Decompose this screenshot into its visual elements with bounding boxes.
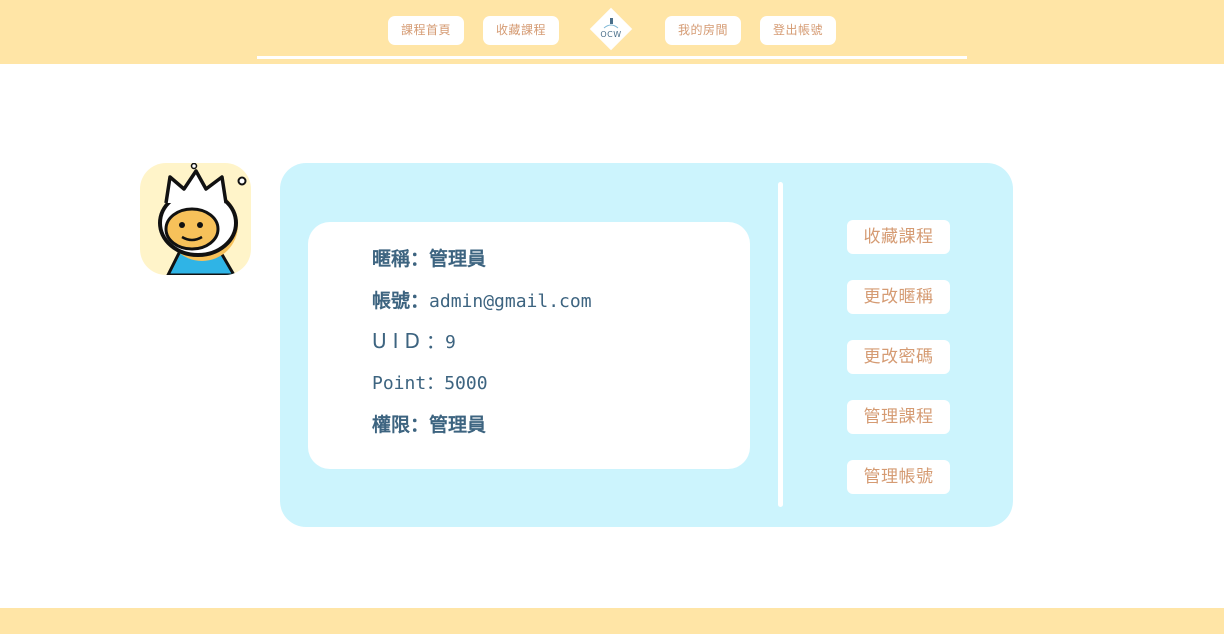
avatar bbox=[140, 163, 251, 275]
profile-info-panel: 暱稱：管理員 帳號：admin@gmail.com UID：9 Point：50… bbox=[308, 222, 750, 469]
nav-my-room-button[interactable]: 我的房間 bbox=[665, 16, 741, 45]
manage-courses-button[interactable]: 管理課程 bbox=[847, 400, 950, 434]
nickname-value: 管理員 bbox=[429, 248, 487, 270]
uid-label: UID bbox=[372, 329, 426, 353]
change-nickname-button[interactable]: 更改暱稱 bbox=[847, 280, 950, 314]
top-navbar: 課程首頁 收藏課程 OCW 我的房間 登出帳號 bbox=[0, 0, 1224, 64]
manage-accounts-button[interactable]: 管理帳號 bbox=[847, 460, 950, 494]
nickname-label: 暱稱： bbox=[372, 248, 430, 270]
favorite-courses-button[interactable]: 收藏課程 bbox=[847, 220, 950, 254]
nickname-row: 暱稱：管理員 bbox=[372, 244, 486, 271]
uid-value: 9 bbox=[444, 332, 456, 353]
footer-bar bbox=[0, 608, 1224, 634]
point-row: Point：5000 bbox=[372, 369, 488, 395]
point-label: Point： bbox=[372, 373, 445, 394]
logo[interactable]: OCW bbox=[590, 8, 632, 50]
avatar-character-icon bbox=[158, 163, 247, 275]
nav-favorite-courses-button[interactable]: 收藏課程 bbox=[483, 16, 559, 45]
logo-icon bbox=[603, 18, 619, 29]
point-value: 5000 bbox=[444, 373, 488, 394]
account-value: admin@gmail.com bbox=[429, 291, 592, 312]
account-row: 帳號：admin@gmail.com bbox=[372, 286, 592, 313]
profile-card: 暱稱：管理員 帳號：admin@gmail.com UID：9 Point：50… bbox=[280, 163, 1013, 527]
account-label: 帳號： bbox=[372, 290, 430, 312]
role-value: 管理員 bbox=[429, 414, 487, 436]
role-label: 權限： bbox=[372, 414, 430, 436]
nav-logout-button[interactable]: 登出帳號 bbox=[760, 16, 836, 45]
change-password-button[interactable]: 更改密碼 bbox=[847, 340, 950, 374]
uid-separator: ： bbox=[425, 331, 445, 353]
nav-course-home-button[interactable]: 課程首頁 bbox=[388, 16, 464, 45]
role-row: 權限：管理員 bbox=[372, 410, 486, 437]
header-divider bbox=[257, 56, 967, 59]
card-divider bbox=[778, 182, 783, 507]
logo-text: OCW bbox=[600, 30, 622, 39]
uid-row: UID：9 bbox=[372, 327, 456, 354]
